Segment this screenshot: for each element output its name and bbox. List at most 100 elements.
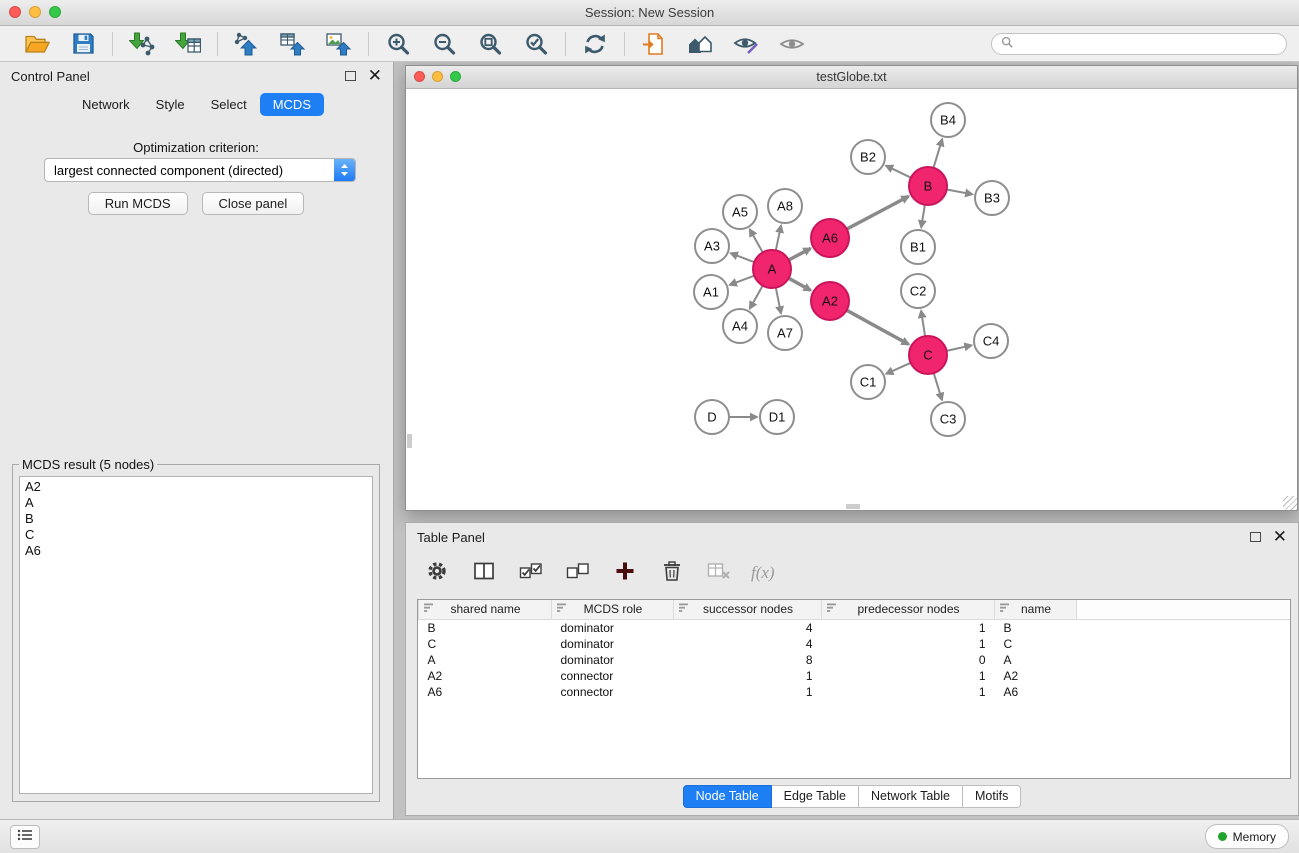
table-cell[interactable]: 0 xyxy=(822,652,995,668)
table-row[interactable]: Adominator80A xyxy=(419,652,1291,668)
node-A7[interactable]: A7 xyxy=(768,316,802,350)
graphics-details-button[interactable] xyxy=(731,29,761,59)
edge-A-A3[interactable] xyxy=(731,253,755,262)
table-cell[interactable]: A6 xyxy=(419,684,552,700)
close-panel-icon[interactable]: ✕ xyxy=(368,69,382,83)
search-input[interactable] xyxy=(1019,36,1277,52)
table-cell[interactable]: B xyxy=(995,619,1077,636)
table-row[interactable]: Cdominator41C xyxy=(419,636,1291,652)
zoom-selected-button[interactable] xyxy=(521,29,551,59)
open-folder-button[interactable] xyxy=(22,29,52,59)
search-field[interactable] xyxy=(991,33,1287,55)
node-C1[interactable]: C1 xyxy=(851,365,885,399)
task-history-button[interactable] xyxy=(10,825,40,849)
function-builder-button[interactable]: f(x) xyxy=(751,563,775,583)
node-A1[interactable]: A1 xyxy=(694,275,728,309)
export-document-button[interactable] xyxy=(639,29,669,59)
node-A3[interactable]: A3 xyxy=(695,229,729,263)
mcds-result-item[interactable]: B xyxy=(20,511,372,527)
column-header-successor-nodes[interactable]: successor nodes xyxy=(674,600,822,619)
deselect-all-button[interactable] xyxy=(563,558,593,588)
table-row[interactable]: A2connector11A2 xyxy=(419,668,1291,684)
table-cell[interactable]: 8 xyxy=(674,652,822,668)
column-header-name[interactable]: name xyxy=(995,600,1077,619)
edge-A-A8[interactable] xyxy=(776,226,781,251)
tab-node-table[interactable]: Node Table xyxy=(683,785,772,808)
float-panel-icon[interactable] xyxy=(345,71,356,81)
network-zoom-icon[interactable] xyxy=(450,71,461,82)
import-table-button[interactable] xyxy=(173,29,203,59)
node-A[interactable]: A xyxy=(753,250,791,288)
edge-C-C4[interactable] xyxy=(947,345,972,351)
save-button[interactable] xyxy=(68,29,98,59)
edge-B-B4[interactable] xyxy=(934,139,943,168)
neighbors-button[interactable] xyxy=(685,29,715,59)
edge-A2-C[interactable] xyxy=(847,310,909,344)
tab-network[interactable]: Network xyxy=(69,93,143,116)
table-cell[interactable]: C xyxy=(995,636,1077,652)
column-header-mcds-role[interactable]: MCDS role xyxy=(552,600,674,619)
table-cell[interactable]: 4 xyxy=(674,619,822,636)
edge-A-A1[interactable] xyxy=(730,276,755,285)
tab-edge-table[interactable]: Edge Table xyxy=(772,785,859,808)
edge-C-C2[interactable] xyxy=(921,311,925,336)
select-all-button[interactable] xyxy=(516,558,546,588)
column-header-predecessor-nodes[interactable]: predecessor nodes xyxy=(822,600,995,619)
minimize-window-icon[interactable] xyxy=(29,6,41,18)
tab-style[interactable]: Style xyxy=(143,93,198,116)
tab-network-table[interactable]: Network Table xyxy=(859,785,963,808)
table-cell[interactable]: A xyxy=(419,652,552,668)
tab-mcds[interactable]: MCDS xyxy=(260,93,324,116)
mcds-result-item[interactable]: A2 xyxy=(20,479,372,495)
node-B3[interactable]: B3 xyxy=(975,181,1009,215)
node-B1[interactable]: B1 xyxy=(901,230,935,264)
network-close-icon[interactable] xyxy=(414,71,425,82)
node-A6[interactable]: A6 xyxy=(811,219,849,257)
node-C2[interactable]: C2 xyxy=(901,274,935,308)
table-cell[interactable]: 4 xyxy=(674,636,822,652)
edge-A-A7[interactable] xyxy=(776,288,781,314)
edge-B-B1[interactable] xyxy=(921,205,925,228)
export-table-button[interactable] xyxy=(278,29,308,59)
table-cell[interactable]: connector xyxy=(552,668,674,684)
node-A8[interactable]: A8 xyxy=(768,189,802,223)
settings-gear-button[interactable] xyxy=(422,558,452,588)
close-table-panel-icon[interactable]: ✕ xyxy=(1273,530,1287,544)
refresh-button[interactable] xyxy=(580,29,610,59)
run-mcds-button[interactable]: Run MCDS xyxy=(88,192,188,215)
column-header-shared-name[interactable]: shared name xyxy=(419,600,552,619)
table-cell[interactable]: 1 xyxy=(674,684,822,700)
edge-A-A4[interactable] xyxy=(750,286,763,309)
delete-table-button[interactable] xyxy=(704,558,734,588)
table-row[interactable]: Bdominator41B xyxy=(419,619,1291,636)
edge-A-A5[interactable] xyxy=(750,229,763,252)
node-C3[interactable]: C3 xyxy=(931,402,965,436)
node-A5[interactable]: A5 xyxy=(723,195,757,229)
node-B2[interactable]: B2 xyxy=(851,140,885,174)
optimization-dropdown[interactable]: largest connected component (directed) xyxy=(44,158,356,182)
edge-A-A6[interactable] xyxy=(789,248,811,260)
zoom-in-button[interactable] xyxy=(383,29,413,59)
close-panel-button[interactable]: Close panel xyxy=(202,192,305,215)
table-cell[interactable]: dominator xyxy=(552,652,674,668)
edge-C-C3[interactable] xyxy=(934,373,942,400)
node-C[interactable]: C xyxy=(909,336,947,374)
table-cell[interactable]: 1 xyxy=(822,619,995,636)
table-cell[interactable]: 1 xyxy=(674,668,822,684)
table-cell[interactable]: A6 xyxy=(995,684,1077,700)
node-A2[interactable]: A2 xyxy=(811,282,849,320)
add-column-button[interactable] xyxy=(610,558,640,588)
close-window-icon[interactable] xyxy=(9,6,21,18)
zoom-window-icon[interactable] xyxy=(49,6,61,18)
table-cell[interactable]: C xyxy=(419,636,552,652)
node-D[interactable]: D xyxy=(695,400,729,434)
table-cell[interactable]: 1 xyxy=(822,636,995,652)
columns-button[interactable] xyxy=(469,558,499,588)
network-window-titlebar[interactable]: testGlobe.txt xyxy=(406,66,1297,89)
network-minimize-icon[interactable] xyxy=(432,71,443,82)
edge-B-B2[interactable] xyxy=(886,166,911,178)
table-cell[interactable]: A xyxy=(995,652,1077,668)
edge-B-B3[interactable] xyxy=(947,190,973,195)
eye-button[interactable] xyxy=(777,29,807,59)
import-network-button[interactable] xyxy=(127,29,157,59)
